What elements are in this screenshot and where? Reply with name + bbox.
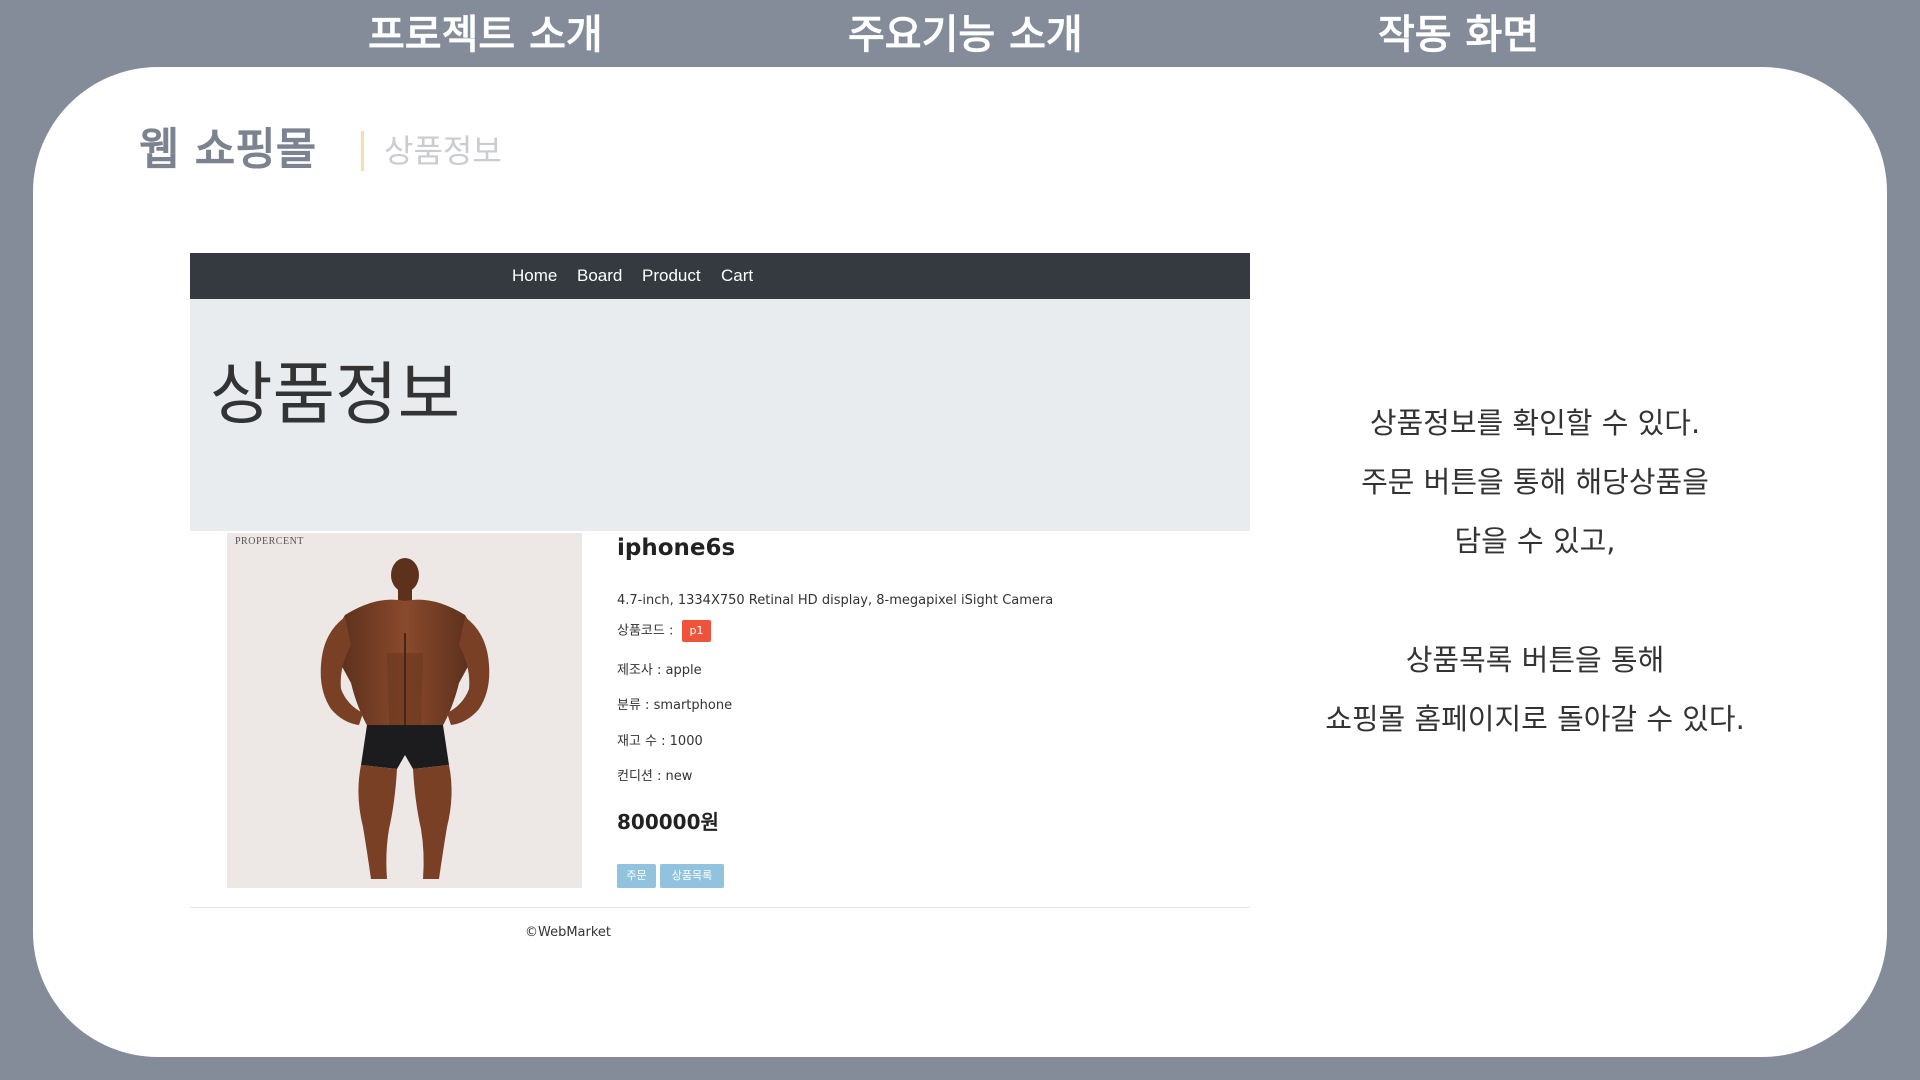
tab-demo-screens[interactable]: 작동 화면 — [1378, 8, 1539, 62]
tab-main-features[interactable]: 주요기능 소개 — [848, 8, 1083, 62]
jumbotron: 상품정보 — [190, 299, 1250, 531]
order-button[interactable]: 주문 — [617, 864, 656, 888]
product-condition: 컨디션 : new — [617, 769, 693, 784]
product-category: 분류 : smartphone — [617, 698, 733, 713]
description-line-4: 상품목록 버튼을 통해 — [1405, 643, 1665, 677]
footer-divider — [190, 907, 1250, 908]
description-line-2: 주문 버튼을 통해 해당상품을 — [1361, 465, 1709, 499]
product-manufacturer: 제조사 : apple — [617, 663, 702, 678]
product-price: 800000원 — [617, 810, 719, 834]
slide-title: 웹 쇼핑몰 — [139, 124, 317, 175]
footer-copyright: ©WebMarket — [525, 925, 612, 940]
description-line-1: 상품정보를 확인할 수 있다. — [1369, 406, 1701, 440]
title-divider — [361, 131, 364, 171]
product-list-button[interactable]: 상품목록 — [660, 864, 724, 888]
webpage-screenshot: Home Board Product Cart 상품정보 PROPERCENT … — [190, 253, 1250, 953]
product-code-row: 상품코드 : p1 — [617, 620, 712, 642]
product-image: PROPERCENT — [227, 533, 582, 888]
product-description: 4.7-inch, 1334X750 Retinal HD display, 8… — [617, 593, 1054, 608]
tab-project-intro[interactable]: 프로젝트 소개 — [368, 8, 603, 62]
description-line-5: 쇼핑몰 홈페이지로 돌아갈 수 있다. — [1325, 702, 1745, 736]
product-code-label: 상품코드 : — [617, 623, 674, 639]
slide-subtitle: 상품정보 — [384, 132, 502, 170]
navbar: Home Board Product Cart — [190, 253, 1250, 299]
jumbotron-title: 상품정보 — [210, 356, 461, 435]
product-name: iphone6s — [617, 535, 736, 561]
nav-cart-link[interactable]: Cart — [721, 253, 753, 299]
nav-home-link[interactable]: Home — [512, 253, 557, 299]
product-figure-illustration — [320, 558, 490, 879]
product-stock: 재고 수 : 1000 — [617, 734, 703, 749]
description-line-3: 담을 수 있고, — [1454, 524, 1616, 558]
nav-board-link[interactable]: Board — [577, 253, 622, 299]
photo-brand-text: PROPERCENT — [235, 536, 304, 547]
nav-product-link[interactable]: Product — [642, 253, 701, 299]
product-code-badge: p1 — [681, 620, 712, 642]
